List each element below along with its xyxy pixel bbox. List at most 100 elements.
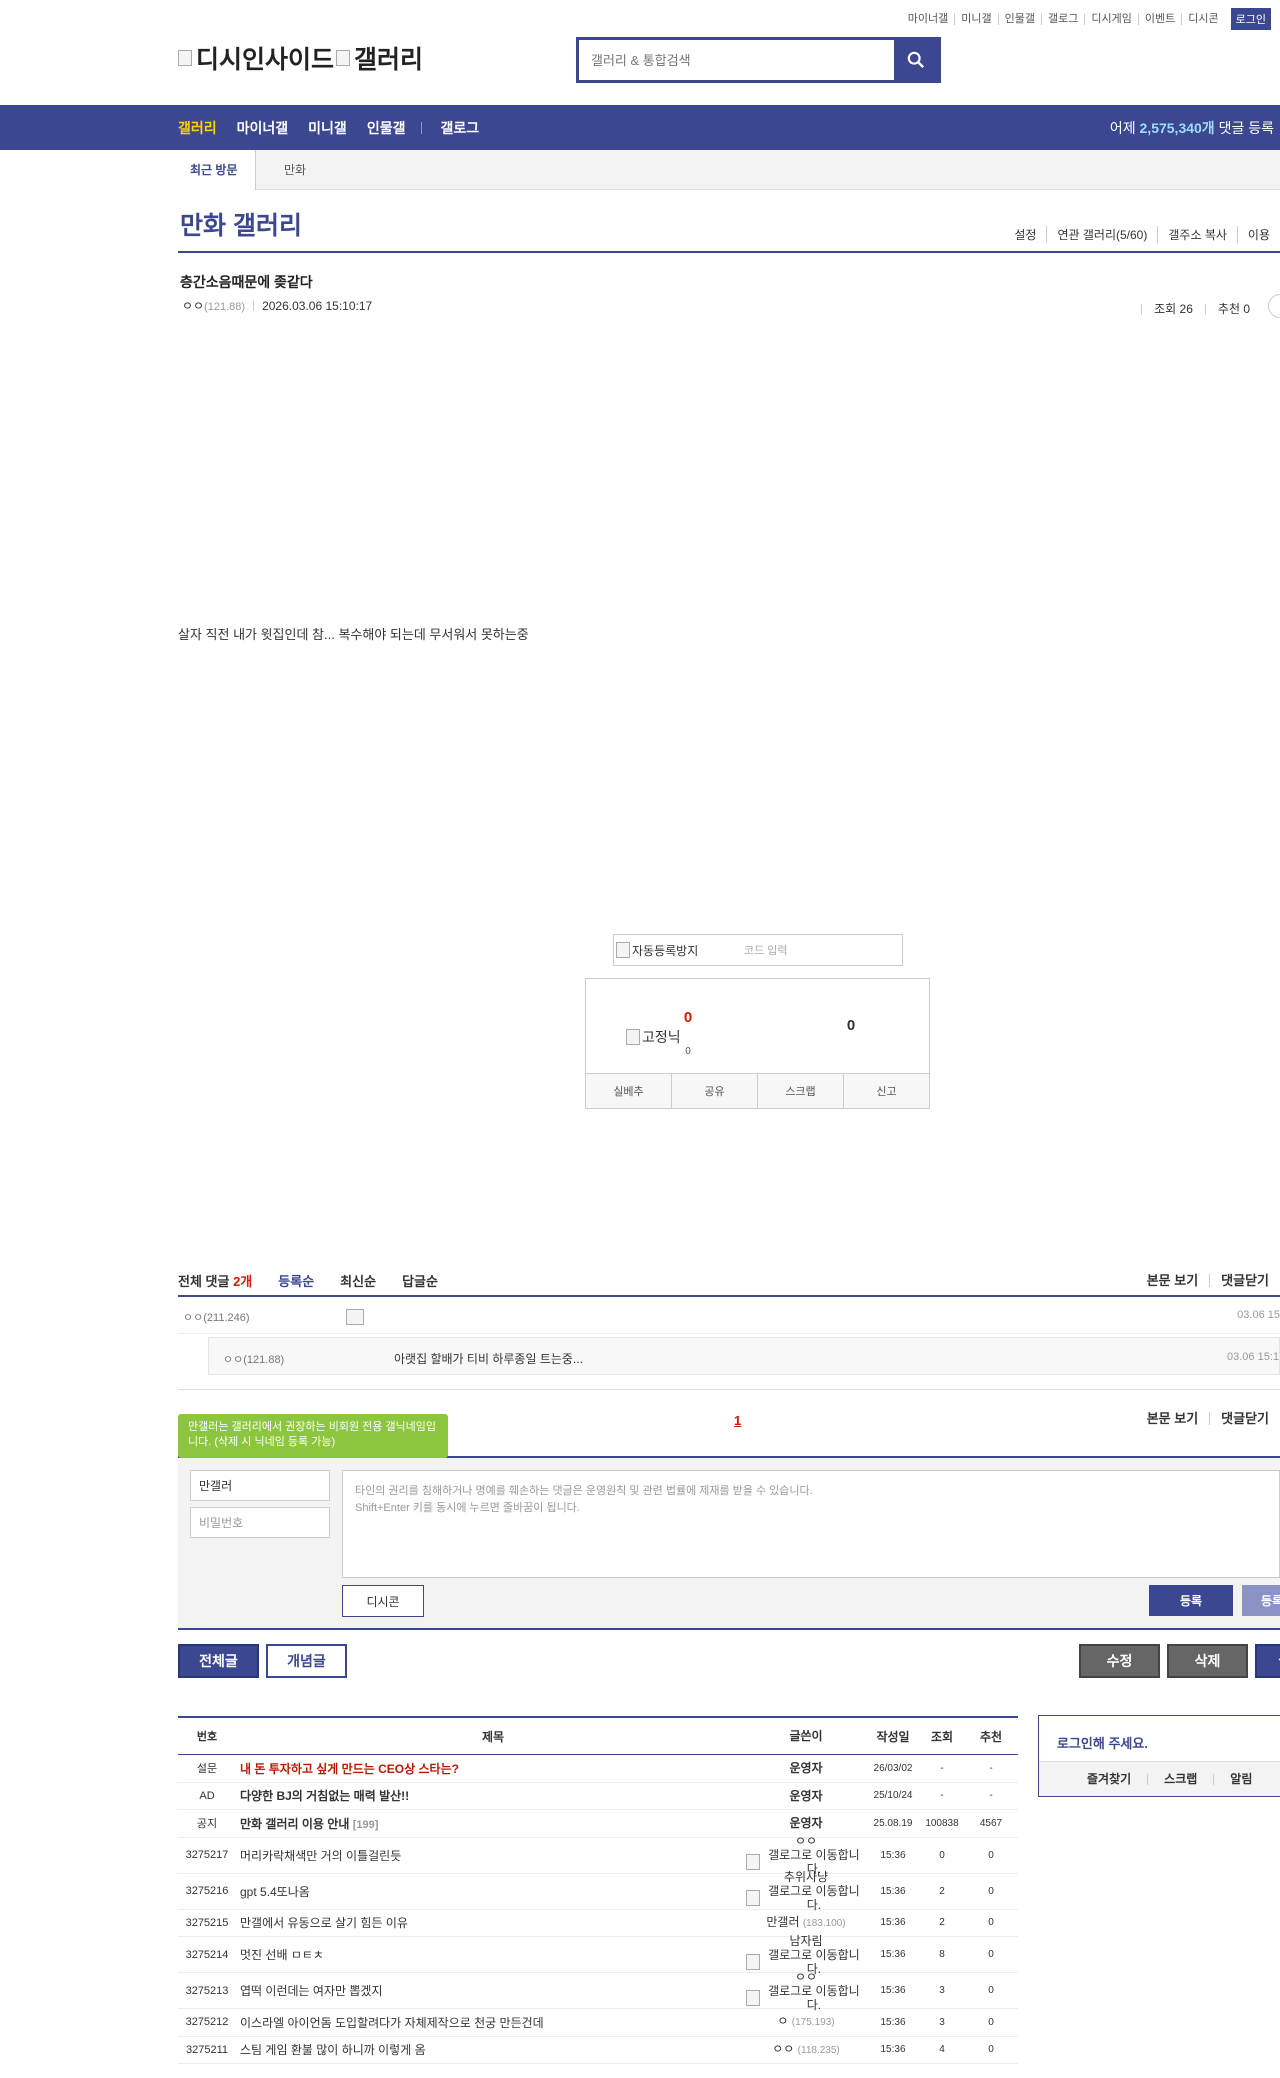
scrap-list-button[interactable]: 스크랩 bbox=[1147, 1773, 1213, 1785]
table-row: 설문 내 돈 투자하고 싶게 만드는 CEO상 스타는? 운영자 26/03/0… bbox=[178, 1755, 1018, 1783]
captcha-input[interactable]: 코드 입력 bbox=[744, 942, 788, 958]
sort-replies[interactable]: 답글순 bbox=[402, 1271, 438, 1290]
comment-item: ㅇㅇ(211.246) 03.06 15 bbox=[178, 1297, 1280, 1334]
list-header: 번호 제목 글쓴이 작성일 조회 추천 bbox=[178, 1718, 1018, 1755]
header-no: 번호 bbox=[196, 1731, 218, 1743]
vote-actions: 실베추 공유 스크랩 신고 bbox=[586, 1073, 929, 1108]
nickname-field[interactable]: 만갤러 bbox=[190, 1470, 330, 1501]
row-recommend: 0 bbox=[988, 1885, 994, 1897]
dccon-button[interactable]: 디시콘 bbox=[342, 1585, 424, 1617]
nick: ㅇㅇ bbox=[183, 1312, 204, 1324]
nav-gallery[interactable]: 갤러리 bbox=[178, 118, 217, 138]
row-title[interactable]: 다양한 BJ의 거침없는 매력 발산!! bbox=[236, 1787, 746, 1804]
search-input[interactable] bbox=[579, 40, 894, 80]
all-posts-button[interactable]: 전체글 bbox=[178, 1644, 259, 1678]
delete-button[interactable]: 삭제 bbox=[1167, 1644, 1248, 1678]
row-title[interactable]: 만화 갤러리 이용 안내 [199] bbox=[236, 1815, 746, 1832]
comment-submit-button[interactable]: 등록 bbox=[1149, 1585, 1233, 1616]
recommend-count[interactable]: 0 bbox=[648, 1009, 728, 1026]
reply-nick[interactable]: ㅇㅇ(121.88) bbox=[223, 1351, 284, 1367]
comment-textarea[interactable]: 타인의 권리를 침해하거나 명예를 훼손하는 댓글은 운영원칙 및 관련 법률에… bbox=[342, 1470, 1280, 1578]
row-title[interactable]: 엽떡 이런데는 여자만 뽑겠지 bbox=[236, 1982, 746, 1999]
comment-page-1[interactable]: 1 bbox=[734, 1413, 741, 1428]
header-views: 조회 bbox=[930, 1729, 954, 1744]
util-link-minor[interactable]: 마이너갤 bbox=[902, 13, 954, 25]
login-prompt[interactable]: 로그인해 주세요. bbox=[1057, 1733, 1148, 1752]
comment-submit-recommend-button[interactable]: 등록 bbox=[1242, 1585, 1280, 1616]
row-title[interactable]: 스팀 게임 환불 많이 하니까 이렇게 옴 bbox=[236, 2041, 746, 2058]
tool-settings[interactable]: 설정 bbox=[1004, 226, 1046, 243]
real-best-button[interactable]: 실베추 bbox=[586, 1074, 671, 1108]
nav-minor[interactable]: 마이너갤 bbox=[237, 118, 289, 138]
scrap-button[interactable]: 스크랩 bbox=[757, 1074, 843, 1108]
gallery-title[interactable]: 만화 갤러리 bbox=[180, 206, 302, 242]
post-meta: ㅇㅇ(121.88) 2026.03.06 15:10:17 bbox=[182, 297, 372, 314]
tool-usage[interactable]: 이용 bbox=[1236, 226, 1280, 243]
sort-registered[interactable]: 등록순 bbox=[278, 1271, 314, 1290]
sort-latest[interactable]: 최신순 bbox=[340, 1271, 376, 1290]
site-logo[interactable]: 디시인사이드 갤러리 bbox=[178, 40, 423, 76]
login-button[interactable]: 로그인 bbox=[1230, 8, 1271, 30]
writer-nick: ㅇ bbox=[777, 2014, 789, 2029]
recent-visit-label: 최근 방문 bbox=[178, 149, 256, 190]
post-more-button[interactable] bbox=[1268, 294, 1280, 318]
util-link-event[interactable]: 이벤트 bbox=[1137, 13, 1181, 25]
nav-gallog[interactable]: 갤로그 bbox=[440, 118, 479, 138]
row-recommend: - bbox=[989, 1762, 993, 1774]
close-comments-button[interactable]: 댓글닫기 bbox=[1209, 1273, 1280, 1287]
not-recommend-count[interactable]: 0 bbox=[811, 1017, 891, 1034]
post-author[interactable]: ㅇㅇ(121.88) bbox=[182, 297, 245, 314]
recent-visit-item[interactable]: 만화 bbox=[284, 161, 306, 178]
row-title[interactable]: gpt 5.4또나옴 bbox=[236, 1883, 746, 1900]
row-writer[interactable]: 추위사냥 갤로그로 이동합니다. bbox=[746, 1870, 866, 1912]
util-link-dccon[interactable]: 디시콘 bbox=[1181, 13, 1224, 25]
row-views: 0 bbox=[939, 1849, 945, 1861]
concept-posts-button[interactable]: 개념글 bbox=[266, 1644, 347, 1678]
util-link-person[interactable]: 인물갤 bbox=[997, 13, 1041, 25]
stat-value: 2,575,340개 bbox=[1139, 119, 1215, 136]
row-title[interactable]: 만갤에서 유동으로 살기 힘든 이유 bbox=[236, 1914, 746, 1931]
share-button[interactable]: 공유 bbox=[671, 1074, 757, 1108]
row-writer[interactable]: ㅇ (175.193) bbox=[746, 2014, 866, 2030]
row-title[interactable]: 이스라엘 아이언돔 도입할려다가 자체제작으로 천궁 만든건데 bbox=[236, 2014, 746, 2031]
edit-button[interactable]: 수정 bbox=[1079, 1644, 1160, 1678]
close-comments-button[interactable]: 댓글닫기 bbox=[1209, 1412, 1280, 1425]
view-body-button[interactable]: 본문 보기 bbox=[1136, 1412, 1209, 1425]
favorites-button[interactable]: 즐겨찾기 bbox=[1039, 1773, 1147, 1785]
row-date: 15:36 bbox=[880, 1885, 906, 1897]
util-link-mini[interactable]: 미니갤 bbox=[954, 13, 997, 25]
divider bbox=[1141, 303, 1143, 314]
author-ip: (121.88) bbox=[204, 301, 246, 313]
util-link-game[interactable]: 디시게임 bbox=[1084, 13, 1137, 25]
search-button[interactable] bbox=[894, 40, 938, 80]
tool-related[interactable]: 연관 갤러리(5/60) bbox=[1046, 226, 1157, 243]
row-title[interactable]: 내 돈 투자하고 싶게 만드는 CEO상 스타는? bbox=[236, 1760, 746, 1777]
divider bbox=[1204, 303, 1206, 314]
view-body-button[interactable]: 본문 보기 bbox=[1136, 1274, 1209, 1287]
row-no: 3275212 bbox=[185, 2016, 229, 2029]
row-writer[interactable]: 만갤러 (183.100) bbox=[746, 1915, 866, 1931]
nav-mini[interactable]: 미니갤 bbox=[308, 118, 347, 138]
table-row: AD 다양한 BJ의 거침없는 매력 발산!! 운영자 25/10/24 - - bbox=[178, 1783, 1018, 1810]
notification-button[interactable]: 알림 bbox=[1213, 1773, 1268, 1785]
row-title[interactable]: 머리카락채색만 거의 이틀걸린듯 bbox=[236, 1847, 746, 1864]
nav-divider bbox=[421, 121, 423, 134]
report-button[interactable]: 신고 bbox=[843, 1074, 929, 1108]
row-writer[interactable]: ㅇㅇ (118.235) bbox=[746, 2042, 866, 2058]
tool-copy-url[interactable]: 갤주소 복사 bbox=[1157, 226, 1237, 243]
password-field[interactable]: 비밀번호 bbox=[190, 1507, 330, 1538]
nav-person[interactable]: 인물갤 bbox=[367, 118, 406, 138]
comment-time: 03.06 15 bbox=[1237, 1309, 1280, 1321]
table-row: 3275215 만갤에서 유동으로 살기 힘든 이유 만갤러 (183.100)… bbox=[178, 1910, 1018, 1937]
textarea-hint-1: 타인의 권리를 침해하거나 명예를 훼손하는 댓글은 운영원칙 및 관련 법률에… bbox=[355, 1485, 813, 1497]
broken-image-icon bbox=[178, 50, 192, 66]
row-writer[interactable]: ㅇㅇ 갤로그로 이동합니다. bbox=[746, 1970, 866, 2012]
util-link-gallog[interactable]: 갤로그 bbox=[1041, 13, 1084, 25]
comment-nick[interactable]: ㅇㅇ(211.246) bbox=[183, 1309, 250, 1325]
row-title[interactable]: 멋진 선배 ㅁㅌㅊ bbox=[236, 1946, 746, 1963]
row-no: 3275213 bbox=[185, 1984, 229, 1997]
row-views: - bbox=[940, 1790, 944, 1802]
post-stats: 조회 26 추천 0 bbox=[1141, 300, 1250, 317]
row-date: 26/03/02 bbox=[873, 1762, 913, 1774]
write-button[interactable]: 글 bbox=[1255, 1644, 1280, 1678]
